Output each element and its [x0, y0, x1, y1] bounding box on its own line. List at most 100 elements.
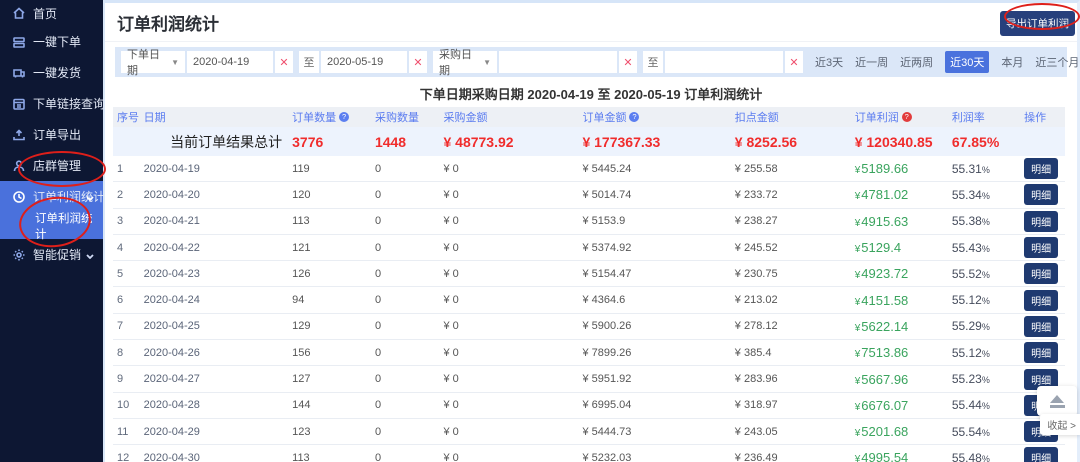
- info-icon[interactable]: ?: [902, 112, 912, 122]
- row-order-qty: 126: [288, 268, 371, 280]
- one-click-order-icon: [12, 35, 26, 49]
- detail-button[interactable]: 明细: [1024, 290, 1058, 311]
- sidebar: 首页 一键下单 一键发货 下单链接查询 订单导出 店群管理: [0, 0, 103, 462]
- col-header-label: 订单金额: [582, 109, 626, 125]
- col-header-order-amount: 订单金额 ?: [578, 109, 730, 125]
- range-last-2-weeks[interactable]: 近两周: [900, 54, 933, 70]
- range-last-3-months[interactable]: 近三个月: [1035, 54, 1079, 70]
- range-last-3-days[interactable]: 近3天: [815, 54, 843, 70]
- info-icon[interactable]: ?: [339, 112, 349, 122]
- detail-button[interactable]: 明细: [1024, 316, 1058, 337]
- info-icon[interactable]: ?: [629, 112, 639, 122]
- table-row: 102020-04-281440¥ 0¥ 6995.04¥ 318.97¥667…: [113, 393, 1065, 419]
- row-order-profit: ¥5622.14: [851, 319, 948, 334]
- row-deduction-amount: ¥ 213.02: [731, 294, 851, 306]
- row-index: 8: [113, 347, 140, 359]
- sidebar-item-one-click-ship[interactable]: 一键发货: [0, 57, 103, 88]
- row-purchase-qty: 0: [371, 268, 440, 280]
- row-order-profit: ¥5129.4: [851, 240, 948, 255]
- sidebar-item-one-click-order[interactable]: 一键下单: [0, 26, 103, 57]
- detail-button[interactable]: 明细: [1024, 342, 1058, 363]
- row-deduction-amount: ¥ 385.4: [731, 347, 851, 359]
- sidebar-item-order-export[interactable]: 订单导出: [0, 119, 103, 150]
- row-profit-rate: 55.29%: [948, 319, 1020, 333]
- col-header-purchase-qty: 采购数量: [371, 109, 440, 125]
- row-order-qty: 129: [288, 320, 371, 332]
- order-date-type-select[interactable]: 下单日期 ▼: [121, 51, 185, 73]
- sidebar-item-label: 订单导出: [33, 126, 81, 143]
- row-actions: 明细: [1020, 316, 1065, 337]
- summary-order-amount: ¥ 177367.33: [578, 134, 730, 150]
- export-order-profit-button[interactable]: 导出订单利润: [1000, 11, 1075, 36]
- row-actions: 明细: [1020, 263, 1065, 284]
- row-deduction-amount: ¥ 238.27: [731, 215, 851, 227]
- sidebar-item-order-link-query[interactable]: 下单链接查询: [0, 88, 103, 119]
- chevron-down-icon: [86, 190, 94, 204]
- row-index: 6: [113, 294, 140, 306]
- detail-button[interactable]: 明细: [1024, 158, 1058, 179]
- table-row: 62020-04-24940¥ 0¥ 4364.6¥ 213.02¥4151.5…: [113, 287, 1065, 313]
- collapse-toggle[interactable]: 收起 >: [1040, 414, 1080, 435]
- clear-order-date-to-icon[interactable]: ✕: [409, 51, 427, 73]
- collapse-panel-icon[interactable]: [1037, 386, 1077, 416]
- row-deduction-amount: ¥ 283.96: [731, 373, 851, 385]
- order-date-from-input[interactable]: 2020-04-19: [187, 51, 273, 73]
- row-index: 9: [113, 373, 140, 385]
- row-order-profit: ¥4781.02: [851, 187, 948, 202]
- detail-button[interactable]: 明细: [1024, 263, 1058, 284]
- sidebar-item-order-profit-stats[interactable]: 订单利润统计: [0, 181, 103, 212]
- detail-button[interactable]: 明细: [1024, 237, 1058, 258]
- range-last-week[interactable]: 近一周: [855, 54, 888, 70]
- row-deduction-amount: ¥ 278.12: [731, 320, 851, 332]
- detail-button[interactable]: 明细: [1024, 447, 1058, 462]
- row-purchase-amount: ¥ 0: [439, 189, 578, 201]
- col-header-purchase-amount: 采购金额: [439, 109, 578, 125]
- purchase-date-type-select[interactable]: 采购日期 ▼: [433, 51, 497, 73]
- row-order-qty: 120: [288, 189, 371, 201]
- clear-purchase-date-to-icon[interactable]: ✕: [785, 51, 803, 73]
- page-header: 订单利润统计 导出订单利润: [105, 3, 1077, 42]
- row-profit-rate: 55.43%: [948, 241, 1020, 255]
- purchase-date-from-input[interactable]: [499, 51, 617, 73]
- col-header-order-qty: 订单数量 ?: [288, 109, 371, 125]
- row-order-qty: 144: [288, 399, 371, 411]
- row-deduction-amount: ¥ 245.52: [731, 242, 851, 254]
- sidebar-subitem-order-profit-stats[interactable]: 订单利润统计: [0, 212, 103, 239]
- clear-purchase-date-from-icon[interactable]: ✕: [619, 51, 637, 73]
- summary-order-profit: ¥ 120340.85: [851, 134, 948, 150]
- row-order-qty: 121: [288, 242, 371, 254]
- row-date: 2020-04-20: [140, 189, 289, 201]
- sidebar-item-smart-promo[interactable]: 智能促销: [0, 239, 103, 270]
- row-purchase-qty: 0: [371, 189, 440, 201]
- row-date: 2020-04-27: [140, 373, 289, 385]
- row-purchase-qty: 0: [371, 399, 440, 411]
- range-this-month[interactable]: 本月: [1001, 54, 1023, 70]
- row-index: 11: [113, 426, 140, 438]
- row-order-qty: 123: [288, 426, 371, 438]
- order-export-icon: [12, 128, 26, 142]
- range-last-30-days[interactable]: 近30天: [945, 51, 989, 73]
- detail-button[interactable]: 明细: [1024, 211, 1058, 232]
- purchase-date-type-label: 采购日期: [439, 46, 477, 78]
- table-body: 12020-04-191190¥ 0¥ 5445.24¥ 255.58¥5189…: [113, 156, 1065, 462]
- detail-button[interactable]: 明细: [1024, 184, 1058, 205]
- home-icon: [12, 6, 26, 20]
- row-order-qty: 94: [288, 294, 371, 306]
- sidebar-item-label: 一键下单: [33, 33, 81, 50]
- summary-order-qty: 3776: [288, 134, 371, 150]
- sidebar-item-home[interactable]: 首页: [0, 0, 103, 26]
- order-date-to-input[interactable]: 2020-05-19: [321, 51, 407, 73]
- table-row: 42020-04-221210¥ 0¥ 5374.92¥ 245.52¥5129…: [113, 235, 1065, 261]
- clear-order-date-from-icon[interactable]: ✕: [275, 51, 293, 73]
- row-purchase-amount: ¥ 0: [439, 373, 578, 385]
- sidebar-item-label: 订单利润统计: [33, 188, 105, 205]
- row-order-qty: 119: [288, 163, 371, 175]
- purchase-date-to-input[interactable]: [665, 51, 783, 73]
- row-deduction-amount: ¥ 236.49: [731, 452, 851, 462]
- row-purchase-amount: ¥ 0: [439, 294, 578, 306]
- row-order-profit: ¥7513.86: [851, 345, 948, 360]
- sidebar-item-store-group[interactable]: 店群管理: [0, 150, 103, 181]
- summary-label: 当前订单结果总计: [140, 132, 289, 152]
- col-header-label: 订单利润: [855, 109, 899, 125]
- row-purchase-amount: ¥ 0: [439, 215, 578, 227]
